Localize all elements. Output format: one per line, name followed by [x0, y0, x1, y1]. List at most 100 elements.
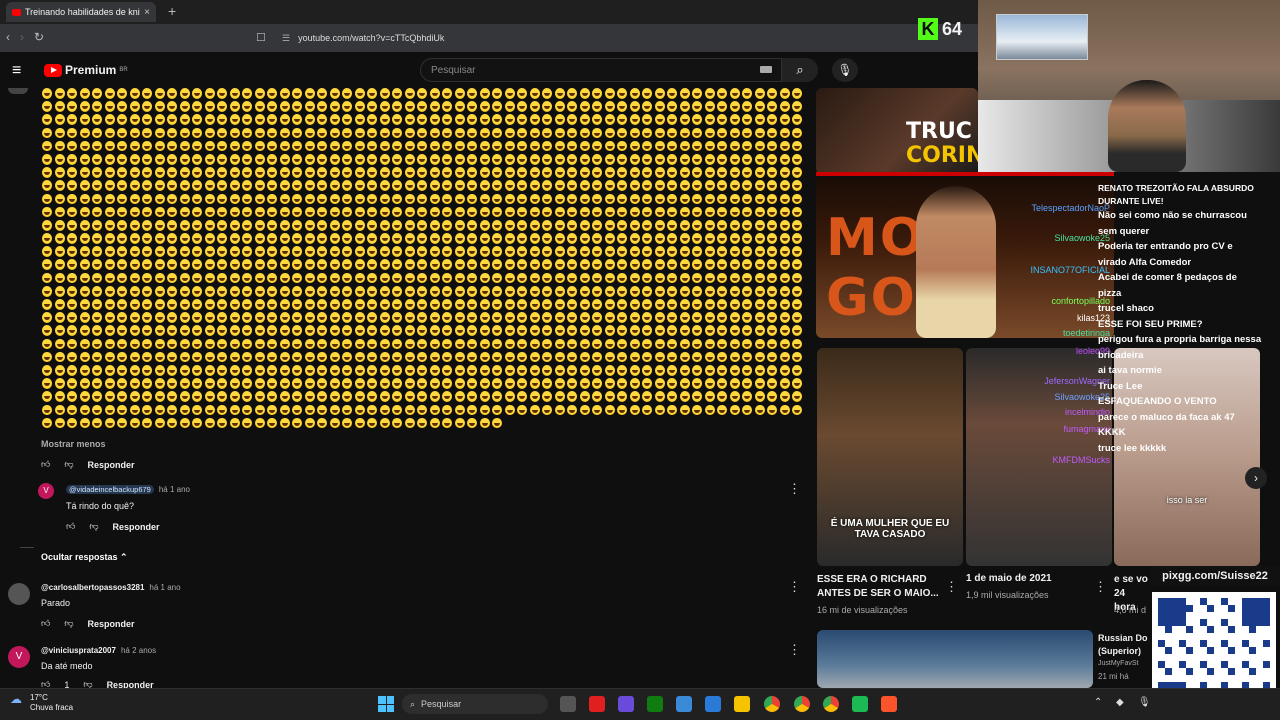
file-explorer-icon[interactable] [734, 696, 750, 712]
qr-module [1165, 661, 1172, 668]
more-options-icon[interactable]: ⋮ [1094, 579, 1107, 595]
laughing-emoji-icon [504, 167, 515, 178]
avatar[interactable]: V [8, 646, 30, 668]
keyboard-icon[interactable] [760, 66, 772, 73]
laughing-emoji-icon [567, 299, 577, 310]
search-input[interactable]: Pesquisar [420, 58, 782, 82]
laughing-emoji-icon [667, 312, 677, 323]
tray-chevron-icon[interactable]: ⌃ [1094, 697, 1102, 708]
reply-button[interactable]: Responder [107, 681, 154, 688]
reply-button[interactable]: Responder [113, 522, 160, 532]
carousel-next-button[interactable]: › [1245, 467, 1267, 489]
laughing-emoji-icon [604, 233, 615, 244]
video-title[interactable]: ESSE ERA O RICHARD ANTES DE SER O MAIO..… [817, 573, 945, 601]
laughing-emoji-icon [192, 233, 202, 244]
video-thumbnail[interactable]: É UMA MULHER QUE EU TAVA CASADO [817, 348, 963, 566]
more-options-icon[interactable]: ⋮ [788, 642, 801, 658]
laughing-emoji-icon [54, 272, 65, 284]
xbox-icon[interactable] [647, 696, 663, 712]
laughing-emoji-icon [67, 127, 77, 139]
weather-widget[interactable]: 17°C Chuva fraca [30, 693, 73, 713]
like-icon[interactable]: 👍︎ [41, 681, 50, 688]
laughing-emoji-icon [667, 114, 677, 126]
video-thumbnail-top[interactable]: TRUC CORIN [816, 88, 978, 174]
laughing-emoji-icon [592, 153, 602, 165]
task-view-icon[interactable] [560, 696, 576, 712]
more-options-icon[interactable]: ⋮ [788, 481, 801, 497]
like-icon[interactable]: 👍︎ [41, 618, 50, 629]
comment-handle[interactable]: @viniciusprata2007 [41, 646, 116, 655]
notepad-icon[interactable] [676, 696, 692, 712]
video-thumbnail[interactable] [817, 630, 1093, 688]
search-button[interactable]: ⌕ [782, 58, 818, 82]
site-info-icon[interactable]: ☰ [282, 33, 290, 44]
like-icon[interactable]: 👍︎ [41, 459, 50, 470]
qr-module [1179, 668, 1186, 675]
laughing-emoji-icon [679, 101, 690, 112]
laughing-emoji-icon [654, 312, 665, 323]
laughing-emoji-icon [492, 114, 502, 126]
more-options-icon[interactable]: ⋮ [788, 579, 801, 595]
comment-time[interactable]: há 1 ano [149, 583, 180, 592]
store-icon[interactable] [705, 696, 721, 712]
laughing-emoji-icon [192, 404, 202, 416]
more-options-icon[interactable]: ⋮ [945, 579, 958, 595]
mic-tray-icon[interactable]: 🎙 [1138, 697, 1151, 708]
like-icon[interactable]: 👍︎ [66, 521, 75, 532]
chrome-profile-icon[interactable] [794, 696, 810, 712]
show-less-link[interactable]: Mostrar menos [41, 439, 106, 449]
hamburger-menu-icon[interactable]: ≡ [12, 62, 21, 80]
url-field[interactable]: ☰ youtube.com/watch?v=cTTcQbhdiUk [276, 28, 966, 48]
tab-close-icon[interactable]: × [144, 7, 150, 18]
taskbar-search[interactable]: ⌕ Pesquisar [402, 694, 548, 714]
reload-icon[interactable]: ↻ [34, 30, 44, 44]
laughing-emoji-icon [467, 325, 477, 337]
laughing-emoji-icon [517, 167, 527, 178]
youtube-logo[interactable]: Premium BR [44, 63, 128, 77]
back-icon[interactable]: ‹ [6, 30, 10, 44]
chrome-profile-icon[interactable] [823, 696, 839, 712]
comment-time[interactable]: há 2 anos [121, 646, 156, 655]
browser-tab[interactable]: Treinando habilidades de knife × [6, 2, 156, 22]
video-thumbnail-main[interactable]: MON GOL! [816, 178, 1114, 338]
dislike-icon[interactable]: 👎︎ [64, 618, 73, 629]
laughing-emoji-icon [729, 167, 740, 178]
windows-start-icon[interactable] [378, 696, 394, 712]
forward-icon[interactable]: › [20, 30, 24, 44]
video-title[interactable]: Russian Do (Superior) [1098, 632, 1148, 658]
reply-button[interactable]: Responder [88, 619, 135, 629]
network-icon[interactable]: ◆ [1116, 697, 1124, 708]
laughing-emoji-icon [729, 88, 740, 99]
laughing-emoji-icon [254, 351, 265, 363]
hide-replies-button[interactable]: Ocultar respostas ⌃ [41, 552, 128, 563]
bookmark-icon[interactable]: ☐ [256, 31, 266, 44]
laughing-emoji-icon [654, 88, 665, 99]
reply-button[interactable]: Responder [88, 460, 135, 470]
laughing-emoji-icon [579, 338, 590, 350]
vpn-app-icon[interactable] [618, 696, 634, 712]
dislike-icon[interactable]: 👎︎ [64, 459, 73, 470]
laughing-emoji-icon [454, 153, 465, 165]
laughing-emoji-icon [142, 246, 152, 257]
laughing-emoji-icon [417, 180, 427, 191]
laughing-emoji-icon [767, 364, 777, 376]
new-tab-button[interactable]: + [168, 3, 176, 19]
comment-time[interactable]: há 1 ano [159, 485, 190, 494]
voice-search-icon[interactable]: 🎙 [832, 58, 858, 82]
app-icon[interactable] [852, 696, 868, 712]
comment-handle[interactable]: @vidadeincelbackup679 [66, 485, 154, 494]
youtube-app-icon[interactable] [589, 696, 605, 712]
laughing-emoji-icon [642, 312, 652, 323]
comment-handle[interactable]: @carlosalbertopassos3281 [41, 583, 144, 592]
avatar[interactable] [8, 583, 30, 605]
video-meta: 1,9 mil visualizações [966, 590, 1049, 600]
dislike-icon[interactable]: 👎︎ [83, 681, 92, 688]
avatar[interactable]: V [38, 483, 54, 499]
dislike-icon[interactable]: 👎︎ [89, 521, 98, 532]
qr-module [1221, 661, 1228, 668]
chrome-icon[interactable] [764, 696, 780, 712]
laughing-emoji-icon [742, 101, 752, 112]
laughing-emoji-icon [54, 88, 65, 99]
video-title[interactable]: 1 de maio de 2021 [966, 573, 1052, 584]
brave-icon[interactable] [881, 696, 897, 712]
